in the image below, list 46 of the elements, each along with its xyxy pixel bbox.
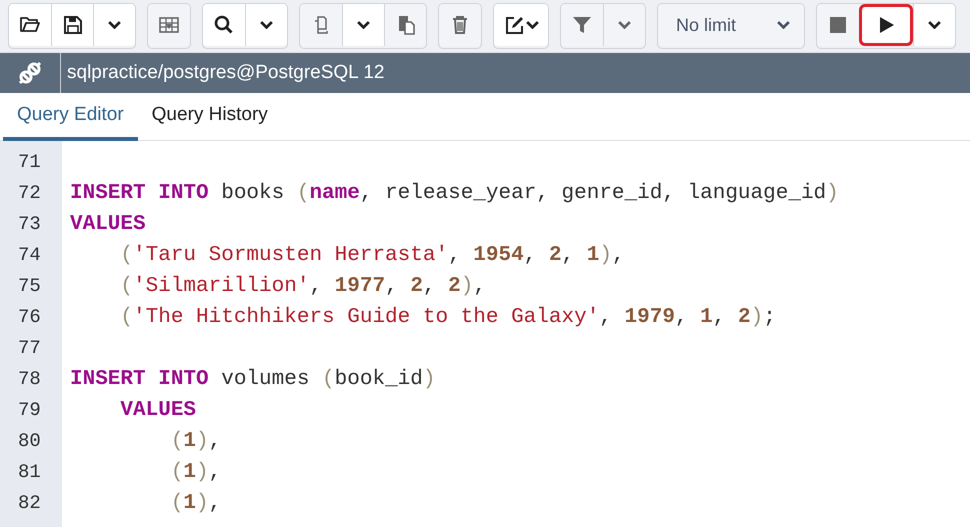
caret-icon — [260, 21, 273, 29]
line-number: 82 — [18, 492, 41, 514]
open-button[interactable] — [9, 4, 51, 46]
line-number: 72 — [18, 182, 41, 204]
caret-icon — [108, 21, 121, 29]
execute-button[interactable] — [859, 4, 913, 46]
stop-icon — [827, 14, 849, 36]
connection-title: sqlpractice/postgres@PostgreSQL 12 — [66, 62, 384, 84]
filter-icon — [571, 14, 593, 36]
search-icon — [213, 14, 235, 36]
code-line: VALUES — [119, 399, 196, 422]
caret-icon — [357, 21, 370, 29]
caret-icon — [618, 21, 631, 29]
caret-button[interactable] — [245, 4, 287, 46]
caret-button[interactable] — [93, 4, 135, 46]
caret-button[interactable] — [913, 4, 955, 46]
line-number: 80 — [18, 430, 41, 452]
code-line: ('Silmarillion', 1977, 2, 2), — [119, 275, 486, 298]
caret-icon — [928, 21, 941, 29]
line-number: 75 — [18, 275, 41, 297]
line-number: 77 — [18, 337, 41, 359]
line-number: 79 — [18, 399, 41, 421]
code-line: ('Taru Sormusten Herrasta', 1954, 2, 1), — [119, 244, 625, 267]
code-line: INSERT INTO books (name, release_year, genre_id, language_id) — [70, 182, 839, 205]
grid-download-icon — [158, 14, 180, 36]
code-line: ('The Hitchhikers Guide to the Galaxy', 1979, 1, 2); — [119, 306, 776, 329]
code-line: (1), — [170, 492, 222, 515]
code-line: (1), — [170, 430, 222, 453]
caret-icon — [777, 21, 790, 29]
code-line: VALUES — [70, 213, 146, 236]
search-button[interactable] — [203, 4, 245, 46]
caret-button[interactable] — [342, 4, 384, 46]
line-number: 74 — [18, 244, 41, 266]
line-number: 76 — [18, 306, 41, 328]
code-line: (1), — [170, 461, 222, 484]
line-number: 81 — [18, 461, 41, 483]
tab[interactable]: Query History — [138, 93, 282, 141]
line-number: 73 — [18, 213, 41, 235]
line-number: 71 — [18, 151, 41, 173]
code-line: INSERT INTO volumes (book_id) — [70, 368, 436, 391]
save-button[interactable] — [51, 4, 93, 46]
plug-icon — [17, 60, 43, 86]
edit-icon — [504, 14, 526, 36]
caret-icon — [526, 21, 538, 29]
line-number: 78 — [18, 368, 41, 390]
save-icon — [62, 14, 84, 36]
